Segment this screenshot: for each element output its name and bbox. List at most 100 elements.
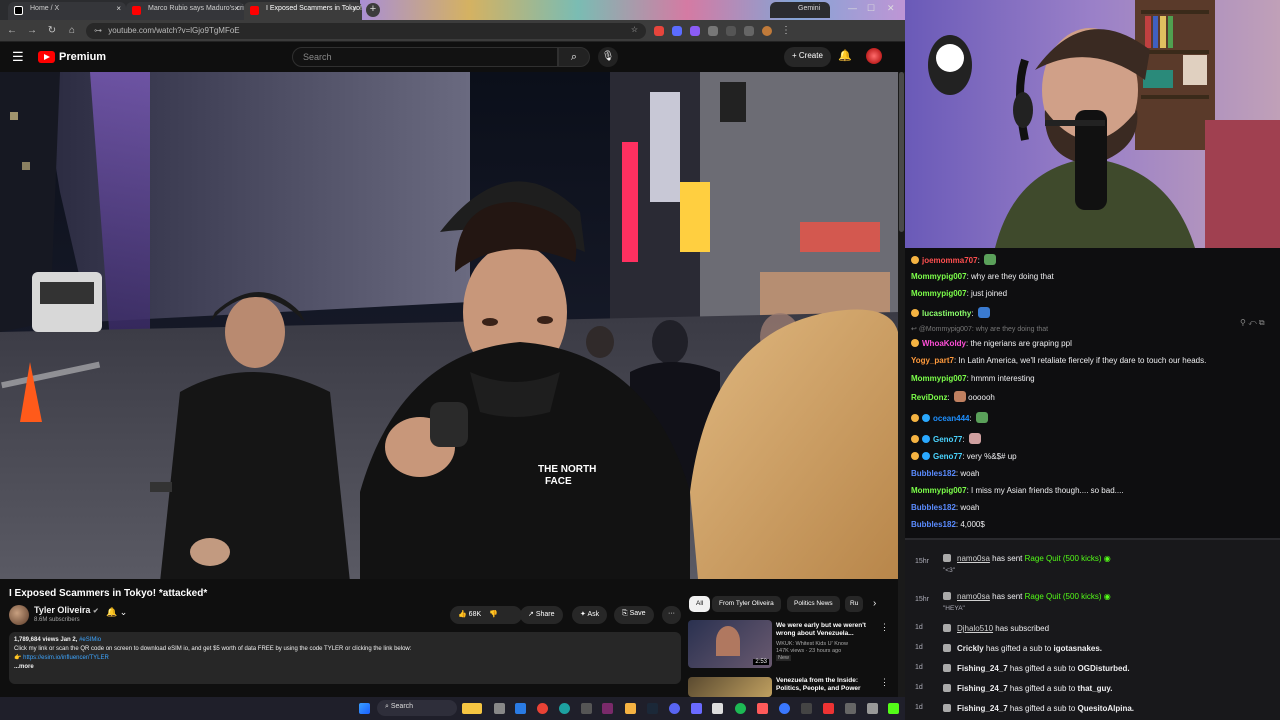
chat-username[interactable]: Mommypig007 <box>911 272 967 281</box>
chrome-icon[interactable] <box>537 703 548 714</box>
dislike-button[interactable]: 👎 <box>489 611 498 618</box>
app-icon[interactable] <box>602 703 613 714</box>
chat-username[interactable]: Geno77 <box>933 452 962 461</box>
save-button[interactable]: ⎘ Save <box>614 606 654 624</box>
description-link[interactable]: https://esim.io/influencer/TYLER <box>23 655 109 661</box>
chat-username[interactable]: Mommypig007 <box>911 289 967 298</box>
tab-rubio[interactable]: Marco Rubio says Maduro's cri × <box>126 2 244 20</box>
notion-icon[interactable] <box>712 703 723 714</box>
file-explorer-icon[interactable] <box>625 703 636 714</box>
chip-politics-news[interactable]: Politics News <box>787 596 840 612</box>
recommendation-thumbnail[interactable] <box>688 677 772 697</box>
chat-username[interactable]: Bubbles182 <box>911 520 956 529</box>
video-player[interactable]: THE NORTH FACE <box>0 72 898 579</box>
close-icon[interactable]: × <box>234 4 239 13</box>
hamburger-menu-icon[interactable]: ☰ <box>12 49 24 65</box>
new-tab-button[interactable]: + <box>366 3 380 17</box>
chat-username[interactable]: joemomma707 <box>922 256 978 265</box>
app-icon[interactable] <box>691 703 702 714</box>
minimize-icon[interactable]: — <box>848 3 857 13</box>
url-field[interactable]: ⊶ youtube.com/watch?v=lGjo9TgMFoE ☆ <box>86 22 646 39</box>
steam-icon[interactable] <box>647 703 658 714</box>
page-scrollbar[interactable] <box>898 72 905 697</box>
extensions-puzzle-icon[interactable] <box>726 25 736 36</box>
discord-icon[interactable] <box>669 703 680 714</box>
like-button[interactable]: 👍 68K <box>458 611 481 618</box>
chat-username[interactable]: Bubbles182 <box>911 469 956 478</box>
channel-name[interactable]: Tyler Oliveira ✔ <box>34 605 99 615</box>
more-options-icon[interactable]: ⋮ <box>880 622 889 633</box>
edge-icon[interactable] <box>515 703 526 714</box>
chip-from-channel[interactable]: From Tyler Oliveira <box>712 596 781 612</box>
scrollbar-thumb[interactable] <box>899 72 904 232</box>
notifications-bell-icon[interactable]: 🔔 <box>838 49 852 62</box>
app-icon[interactable] <box>845 703 856 714</box>
subscription-bell-button[interactable]: 🔔 ⌄ <box>106 607 127 618</box>
extension-icon[interactable] <box>654 25 664 36</box>
chat-username[interactable]: WhoaKoldy <box>922 339 966 348</box>
youtube-logo[interactable]: Premium <box>38 51 106 63</box>
extension-icon[interactable] <box>672 25 682 36</box>
chat-username[interactable]: Yogy_part7 <box>911 356 954 365</box>
side-panel-icon[interactable] <box>744 25 754 36</box>
home-icon[interactable]: ⌂ <box>66 25 78 36</box>
chat-username[interactable]: ReviDonz <box>911 393 947 402</box>
close-icon[interactable]: × <box>116 4 121 13</box>
chat-username[interactable]: Mommypig007 <box>911 374 967 383</box>
hashtag-link[interactable]: #eSIMio <box>79 637 101 643</box>
chat-username[interactable]: lucastimothy <box>922 309 971 318</box>
app-icon[interactable] <box>823 703 834 714</box>
account-avatar[interactable] <box>866 48 882 64</box>
profile-icon[interactable] <box>762 25 772 36</box>
chat-username[interactable]: ocean444 <box>933 414 969 423</box>
close-window-icon[interactable]: ✕ <box>887 3 895 14</box>
chat-username[interactable]: Bubbles182 <box>911 503 956 512</box>
search-input[interactable]: Search <box>292 47 558 67</box>
chip-all[interactable]: All <box>689 596 711 612</box>
create-button[interactable]: + Create <box>784 47 831 67</box>
maximize-icon[interactable]: ☐ <box>867 3 875 14</box>
start-windows-icon[interactable] <box>359 703 370 714</box>
spotify-icon[interactable] <box>735 703 746 714</box>
site-info-icon[interactable]: ⊶ <box>94 26 102 35</box>
task-view-icon[interactable] <box>494 703 505 714</box>
widgets-icon[interactable] <box>462 703 482 714</box>
pin-icon[interactable]: ⚲ ⤺ ⧉ <box>1240 318 1265 328</box>
app-icon[interactable] <box>867 703 878 714</box>
recommendation-title[interactable]: We were early but we weren't wrong about… <box>776 622 872 638</box>
chat-username[interactable]: Geno77 <box>933 435 962 444</box>
search-button[interactable]: ⌕ <box>558 47 590 67</box>
chevron-right-icon[interactable]: › <box>873 598 876 609</box>
event-user[interactable]: Djhalo510 <box>957 624 993 633</box>
event-user[interactable]: namo0sa <box>957 592 990 601</box>
menu-dots-icon[interactable]: ⋮ <box>780 25 792 36</box>
voice-search-button[interactable]: 🎙 <box>598 47 618 67</box>
extension-icon[interactable] <box>708 25 718 36</box>
event-user[interactable]: Fishing_24_7 <box>957 704 1008 713</box>
ask-button[interactable]: ✦ Ask <box>572 606 608 624</box>
taskbar-search[interactable]: ⌕ Search <box>377 700 457 716</box>
show-more-link[interactable]: ...more <box>14 663 676 672</box>
recommendation-title[interactable]: Venezuela from the Inside: Politics, Peo… <box>776 677 872 693</box>
reload-icon[interactable]: ↻ <box>46 25 58 36</box>
app-icon[interactable] <box>581 703 592 714</box>
app-icon[interactable] <box>801 703 812 714</box>
event-user[interactable]: Fishing_24_7 <box>957 664 1008 673</box>
description-box[interactable]: 1,789,684 views Jan 2, #eSIMio Click my … <box>9 632 681 684</box>
app-icon[interactable] <box>559 703 570 714</box>
recommendation-thumbnail[interactable]: 2:53 <box>688 620 772 668</box>
chip-ru[interactable]: Ru <box>845 596 863 612</box>
more-actions-button[interactable]: ··· <box>662 606 681 624</box>
channel-avatar[interactable] <box>9 605 29 625</box>
event-user[interactable]: Crickly <box>957 644 984 653</box>
forward-icon[interactable]: → <box>26 25 38 36</box>
app-icon[interactable] <box>757 703 768 714</box>
more-options-icon[interactable]: ⋮ <box>880 677 889 688</box>
kick-icon[interactable] <box>888 703 899 714</box>
tab-gemini[interactable]: Gemini <box>770 2 830 18</box>
event-user[interactable]: namo0sa <box>957 554 990 563</box>
tab-x[interactable]: Home / X × <box>8 2 126 20</box>
back-icon[interactable]: ← <box>6 25 18 36</box>
app-icon[interactable] <box>779 703 790 714</box>
bookmark-star-icon[interactable]: ☆ <box>631 25 638 34</box>
